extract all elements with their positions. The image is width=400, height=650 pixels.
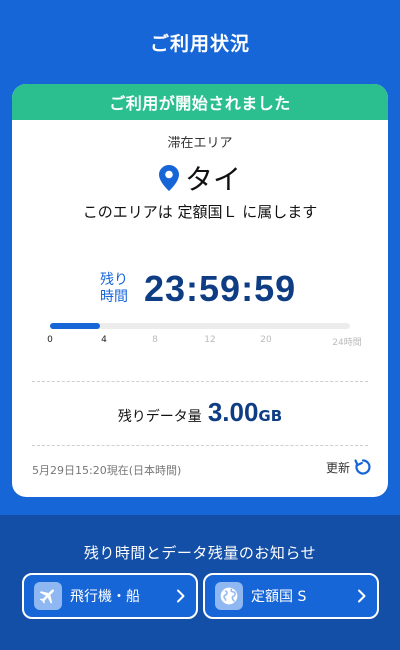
remaining-time-label-line2: 時間 [100,289,128,305]
flight-ship-button[interactable]: 飛行機・船 [22,573,198,619]
refresh-label: 更新 [325,460,350,475]
remaining-data-value: 3.00 [207,397,259,427]
time-progress-ticks: 0 4 8 12 20 24時間 [12,335,388,349]
remaining-data: 残りデータ量 3.00GB [12,397,388,428]
divider [32,381,368,382]
tick-label: 0 [47,335,53,345]
tick-label: 20 [260,335,272,345]
refresh-icon [354,459,371,475]
country-name: タイ [184,163,241,196]
airplane-icon [34,582,62,610]
remaining-time-label-line1: 残り [100,272,128,288]
remaining-data-label: 残りデータ量 [117,409,202,425]
chevron-right-icon [358,589,366,603]
divider [32,445,368,446]
time-progress-fill [50,323,100,329]
country-row: タイ [12,158,388,198]
usage-card: ご利用が開始されました 滞在エリア タイ このエリアは 定額国Ｌ に属します 残… [12,84,388,497]
notification-section: 残り時間とデータ残量のお知らせ 飛行機・船 定額国 S [0,515,400,650]
notification-title: 残り時間とデータ残量のお知らせ [83,544,317,562]
tick-label: 24時間 [332,338,362,348]
tick-label: 4 [101,335,107,345]
remaining-time: 残り 時間 23:59:59 [100,268,296,310]
remaining-time-value: 23:59:59 [144,268,297,309]
chevron-right-icon [177,589,185,603]
status-banner: ご利用が開始されました [12,84,388,120]
area-plan-text: このエリアは 定額国Ｌ に属します [82,203,318,221]
tick-label: 8 [152,335,158,345]
remaining-time-label: 残り 時間 [100,272,128,306]
plan-s-button[interactable]: 定額国 S [203,573,379,619]
refresh-button[interactable]: 更新 [326,458,372,476]
time-progress-bar [50,323,350,329]
location-pin-icon [158,165,179,191]
remaining-data-unit: GB [258,407,283,425]
app-header: ご利用状況 [0,0,400,84]
flight-ship-label: 飛行機・船 [70,589,140,605]
updated-timestamp: 5月29日15:20現在(日本時間) [32,464,182,477]
page-title: ご利用状況 [149,32,250,55]
area-label: 滞在エリア [167,136,233,151]
plan-s-label: 定額国 S [251,589,307,605]
tick-label: 12 [204,335,216,345]
globe-icon [215,582,243,610]
